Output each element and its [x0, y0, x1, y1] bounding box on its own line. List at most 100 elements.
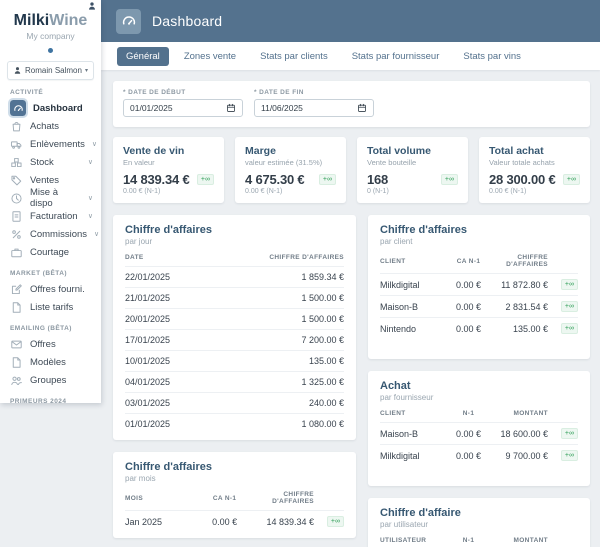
sidebar-item-label: Commissions [30, 228, 88, 240]
stat-title: Marge [245, 145, 276, 157]
date-filter-card: * DATE DE DÉBUT * DATE DE FIN [113, 81, 590, 127]
document-icon [12, 301, 21, 313]
trend-badge: +∞ [196, 174, 214, 185]
page-title: Dashboard [152, 13, 223, 29]
sidebar-item-groupes[interactable]: Groupes [0, 371, 101, 389]
start-date-input[interactable] [130, 103, 210, 113]
end-date-label: * DATE DE FIN [254, 89, 304, 96]
sidebar-item-mise-a-dispo[interactable]: Mise à dispo ∨ [0, 187, 101, 209]
table-row: 04/01/2025 1 325.00 € [125, 371, 344, 392]
table-row: 20/01/2025 1 500.00 € [125, 308, 344, 329]
sidebar-item-courtage[interactable]: Courtage [0, 243, 101, 261]
stat-card-vente-de-vin: Vente de vin En valeur 14 839.34 € +∞ 0.… [113, 137, 224, 203]
purchases-icon [12, 121, 21, 131]
sidebar-item-commissions[interactable]: Commissions ∨ [0, 225, 101, 243]
stat-subtitle: Valeur totale achats [489, 158, 555, 167]
trend-badge: +∞ [562, 174, 580, 185]
briefcase-icon [11, 248, 22, 257]
calendar-icon[interactable] [226, 103, 236, 113]
sidebar-item-offres-fourni[interactable]: Offres fourni. [0, 280, 101, 298]
stat-subtitle: En valeur [123, 158, 155, 167]
tab-general[interactable]: Général [117, 46, 169, 66]
sidebar-item-offres[interactable]: Offres [0, 335, 101, 353]
left-column: Chiffre d'affaires par jour DATE CHIFFRE… [113, 215, 356, 547]
tab-stats-fournisseur[interactable]: Stats par fournisseur [343, 47, 449, 66]
truck-icon [10, 140, 22, 149]
table-card-ca-par-jour: Chiffre d'affaires par jour DATE CHIFFRE… [113, 215, 356, 440]
sidebar-item-label: Enlèvements [30, 138, 85, 150]
sidebar-item-label: Offres fourni. [30, 283, 85, 295]
sidebar: MilkiWine My company Romain Salmon ▾ ACT… [0, 0, 101, 403]
sidebar-item-label: Dashboard [33, 102, 83, 114]
sidebar-item-label: Modèles [30, 356, 66, 368]
start-date-label: * DATE DE DÉBUT [123, 89, 186, 96]
chevron-down-icon: ∨ [87, 195, 93, 202]
tab-stats-vins[interactable]: Stats par vins [454, 47, 530, 66]
table-title: Chiffre d'affaire [380, 507, 461, 519]
table-header: CLIENT N-1 MONTANT [380, 410, 548, 417]
stat-value: 168 [367, 172, 389, 187]
table-row: 03/01/2025 240.00 € [125, 392, 344, 413]
sidebar-item-enlevements[interactable]: Enlèvements ∨ [0, 135, 101, 153]
app-screen: Dashboard Général Zones vente Stats par … [0, 0, 600, 547]
table-row: 10/01/2025 135.00 € [125, 350, 344, 371]
carousel-dot[interactable] [48, 48, 53, 53]
table-header: UTILISATEUR N-1 MONTANT [380, 537, 548, 544]
table-row: 21/01/2025 1 500.00 € [125, 287, 344, 308]
person-icon [14, 67, 21, 74]
sidebar-item-stock[interactable]: Stock ∨ [0, 153, 101, 171]
percent-icon [12, 229, 21, 239]
table-row: Nintendo 0.00 € 135.00 € +∞ [380, 317, 578, 339]
cubes-icon [11, 157, 22, 167]
user-menu-button[interactable]: Romain Salmon ▾ [7, 61, 94, 80]
user-menu-label: Romain Salmon [25, 66, 82, 75]
sidebar-item-label: Stock [30, 156, 54, 168]
tab-zones-vente[interactable]: Zones vente [175, 47, 245, 66]
stat-previous: 0.00 € (N-1) [123, 188, 161, 195]
trend-badge: +∞ [560, 279, 578, 290]
table-card-ca-par-client: Chiffre d'affaires par client CLIENT CA … [368, 215, 590, 359]
table-title: Chiffre d'affaires [125, 461, 212, 473]
section-title-emailing: EMAILING (BÊTA) [10, 325, 72, 332]
users-icon [11, 376, 22, 385]
table-title: Chiffre d'affaires [380, 224, 467, 236]
end-date-field[interactable] [254, 99, 374, 117]
mail-icon [11, 340, 22, 348]
sidebar-item-label: Offres [30, 338, 56, 350]
stat-value: 14 839.34 € [123, 172, 190, 187]
sidebar-item-liste-tarifs[interactable]: Liste tarifs [0, 298, 101, 316]
table-subtitle: par fournisseur [380, 393, 434, 402]
tag-icon [11, 175, 22, 185]
table-subtitle: par mois [125, 474, 156, 483]
edit-icon [11, 283, 22, 294]
stat-cards-row: Vente de vin En valeur 14 839.34 € +∞ 0.… [113, 137, 590, 203]
stat-subtitle: valeur estimée (31.5%) [245, 158, 323, 167]
calendar-icon[interactable] [357, 103, 367, 113]
sidebar-item-dashboard[interactable]: Dashboard [0, 98, 101, 118]
tab-stats-clients[interactable]: Stats par clients [251, 47, 337, 66]
table-subtitle: par utilisateur [380, 520, 429, 529]
sidebar-item-achats[interactable]: Achats [0, 117, 101, 135]
end-date-input[interactable] [261, 103, 341, 113]
table-card-ca-par-mois: Chiffre d'affaires par mois MOIS CA N-1 … [113, 452, 356, 538]
sidebar-item-facturation[interactable]: Facturation ∨ [0, 207, 101, 225]
stat-value: 4 675.30 € [245, 172, 305, 187]
sidebar-item-label: Courtage [30, 246, 70, 258]
table-header: MOIS CA N-1 CHIFFRE D'AFFAIRES [125, 491, 314, 505]
trend-badge: +∞ [440, 174, 458, 185]
section-title-market: MARKET (BÊTA) [10, 270, 67, 277]
stat-title: Total achat [489, 145, 544, 157]
sidebar-item-label: Liste tarifs [30, 301, 74, 313]
table-card-ca-par-utilisateur: Chiffre d'affaire par utilisateur UTILIS… [368, 498, 590, 547]
clock-icon [11, 192, 22, 204]
table-row: Jan 2025 0.00 € 14 839.34 € +∞ [125, 510, 344, 532]
chevron-down-icon: ∨ [91, 141, 98, 148]
trend-badge: +∞ [560, 450, 578, 461]
table-row: 01/01/2025 1 080.00 € [125, 413, 344, 434]
user-avatar-icon[interactable] [87, 1, 97, 11]
brand-primary: Milki [13, 12, 50, 29]
sidebar-item-modeles[interactable]: Modèles [0, 353, 101, 371]
table-subtitle: par client [380, 237, 413, 246]
start-date-field[interactable] [123, 99, 243, 117]
table-header: DATE CHIFFRE D'AFFAIRES [125, 254, 344, 261]
